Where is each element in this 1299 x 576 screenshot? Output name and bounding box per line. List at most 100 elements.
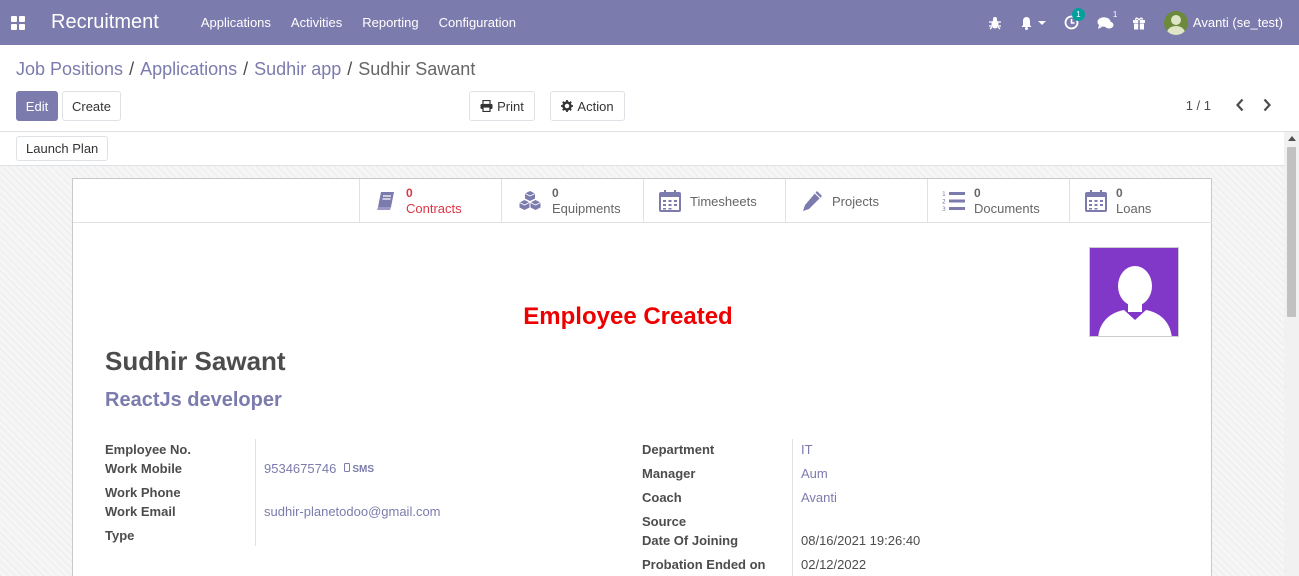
work-email-value[interactable]: sudhir-planetodoo@gmail.com — [264, 504, 441, 519]
messages-badge: 1 — [1112, 9, 1118, 19]
employee-created-ribbon: Employee Created — [523, 303, 733, 330]
print-icon — [480, 100, 493, 112]
coach-value[interactable]: Avanti — [801, 490, 837, 505]
employee-photo[interactable] — [1089, 247, 1179, 337]
gift-icon[interactable] — [1132, 16, 1146, 30]
documents-smart-button[interactable]: 123 0 Documents — [927, 179, 1069, 223]
breadcrumb-separator: / — [243, 59, 249, 79]
edit-button[interactable]: Edit — [16, 91, 58, 121]
print-button[interactable]: Print — [469, 91, 535, 121]
scroll-up-arrow-icon[interactable] — [1288, 136, 1296, 141]
user-menu[interactable]: Avanti (se_test) — [1163, 10, 1283, 35]
scrollbar-thumb[interactable] — [1287, 147, 1296, 317]
menu-applications[interactable]: Applications — [201, 15, 271, 30]
top-navbar: Recruitment Applications Activities Repo… — [0, 0, 1299, 45]
vertical-scrollbar[interactable] — [1284, 132, 1299, 576]
send-sms-button[interactable]: SMS — [344, 462, 374, 475]
loans-count: 0 — [1116, 186, 1123, 200]
coach-label: Coach — [642, 490, 682, 505]
contracts-label: Contracts — [406, 201, 462, 216]
work-mobile-label: Work Mobile — [105, 461, 183, 476]
department-label: Department — [642, 442, 715, 457]
timesheets-smart-button[interactable]: Timesheets — [643, 179, 785, 223]
action-button[interactable]: Action — [550, 91, 625, 121]
equipments-smart-button[interactable]: 0 Equipments — [501, 179, 643, 223]
work-mobile-value[interactable]: 9534675746 — [264, 461, 336, 476]
menu-configuration[interactable]: Configuration — [439, 15, 516, 30]
main-menu: Applications Activities Reporting Config… — [201, 15, 536, 30]
ordered-list-icon: 123 — [942, 191, 965, 213]
type-label: Type — [105, 528, 135, 543]
systray: 1 1 Avanti (se_test) — [988, 0, 1299, 45]
pencil-icon — [803, 191, 822, 211]
notifications-bell-icon[interactable] — [1020, 16, 1046, 30]
manager-value[interactable]: Aum — [801, 466, 828, 481]
launch-plan-button[interactable]: Launch Plan — [16, 136, 109, 161]
probation-ended-label: Probation Ended on — [642, 557, 766, 572]
action-label: Action — [577, 98, 614, 114]
loans-label: Loans — [1116, 201, 1152, 216]
pager-next-icon[interactable] — [1262, 98, 1272, 116]
timesheets-label: Timesheets — [690, 193, 757, 209]
activity-clock-icon[interactable]: 1 — [1064, 8, 1085, 30]
equipments-label: Equipments — [552, 201, 621, 216]
messages-icon[interactable]: 1 — [1097, 10, 1117, 30]
svg-text:1: 1 — [942, 191, 946, 198]
chevron-down-icon — [1037, 20, 1046, 25]
contracts-count: 0 — [406, 186, 413, 200]
breadcrumb-applications[interactable]: Applications — [140, 59, 237, 80]
statusbar: Launch Plan — [0, 131, 1299, 166]
work-email-label: Work Email — [105, 504, 176, 519]
smart-button-box: 0 Contracts 0 Equipments Timesheets Proj… — [359, 179, 1212, 223]
employee-no-label: Employee No. — [105, 442, 191, 457]
breadcrumb-job-positions[interactable]: Job Positions — [16, 59, 123, 80]
user-name: Avanti (se_test) — [1192, 15, 1283, 30]
date-of-joining-value: 08/16/2021 19:26:40 — [801, 533, 921, 548]
menu-activities[interactable]: Activities — [291, 15, 342, 30]
app-title[interactable]: Recruitment — [51, 11, 159, 34]
contracts-smart-button[interactable]: 0 Contracts — [359, 179, 501, 223]
breadcrumb-separator: / — [129, 59, 135, 79]
field-separator — [792, 439, 793, 576]
documents-label: Documents — [974, 201, 1040, 216]
manager-label: Manager — [642, 466, 696, 481]
date-of-joining-label: Date Of Joining — [642, 533, 739, 548]
breadcrumb-sudhir-app[interactable]: Sudhir app — [254, 59, 341, 80]
breadcrumb-separator: / — [347, 59, 353, 79]
employee-job-title: ReactJs developer — [105, 389, 282, 411]
probation-ended-value: 02/12/2022 — [801, 557, 867, 572]
work-mobile-field: 9534675746 SMS — [264, 461, 374, 476]
projects-smart-button[interactable]: Projects — [785, 179, 927, 223]
breadcrumb-current: Sudhir Sawant — [358, 59, 476, 79]
mobile-icon — [344, 462, 351, 472]
apps-menu-icon[interactable] — [0, 0, 36, 45]
user-silhouette-icon — [1098, 266, 1172, 336]
documents-count: 0 — [974, 186, 981, 200]
loans-smart-button[interactable]: 0 Loans — [1069, 179, 1211, 223]
cubes-icon — [519, 191, 541, 210]
source-label: Source — [642, 514, 687, 529]
avatar — [1163, 10, 1188, 35]
sms-label: SMS — [352, 463, 374, 475]
projects-label: Projects — [832, 193, 879, 209]
create-button[interactable]: Create — [62, 91, 121, 121]
print-label: Print — [497, 98, 524, 114]
form-sheet: 0 Contracts 0 Equipments Timesheets Proj… — [72, 178, 1212, 576]
department-value[interactable]: IT — [801, 442, 813, 457]
calendar-icon — [1085, 190, 1107, 212]
pager-previous-icon[interactable] — [1235, 98, 1245, 116]
field-separator — [255, 439, 256, 546]
employee-name: Sudhir Sawant — [105, 346, 286, 376]
work-phone-label: Work Phone — [105, 485, 181, 500]
debug-icon[interactable] — [988, 16, 1002, 30]
book-icon — [377, 192, 394, 210]
calendar-icon — [659, 190, 681, 212]
menu-reporting[interactable]: Reporting — [362, 15, 418, 30]
pager-value[interactable]: 1 / 1 — [1186, 98, 1211, 113]
gear-icon — [561, 100, 574, 112]
equipments-count: 0 — [552, 186, 559, 200]
activity-badge: 1 — [1071, 8, 1085, 21]
breadcrumb: Job Positions / Applications / Sudhir ap… — [16, 59, 475, 80]
svg-text:2: 2 — [942, 199, 946, 206]
svg-text:3: 3 — [942, 206, 946, 213]
